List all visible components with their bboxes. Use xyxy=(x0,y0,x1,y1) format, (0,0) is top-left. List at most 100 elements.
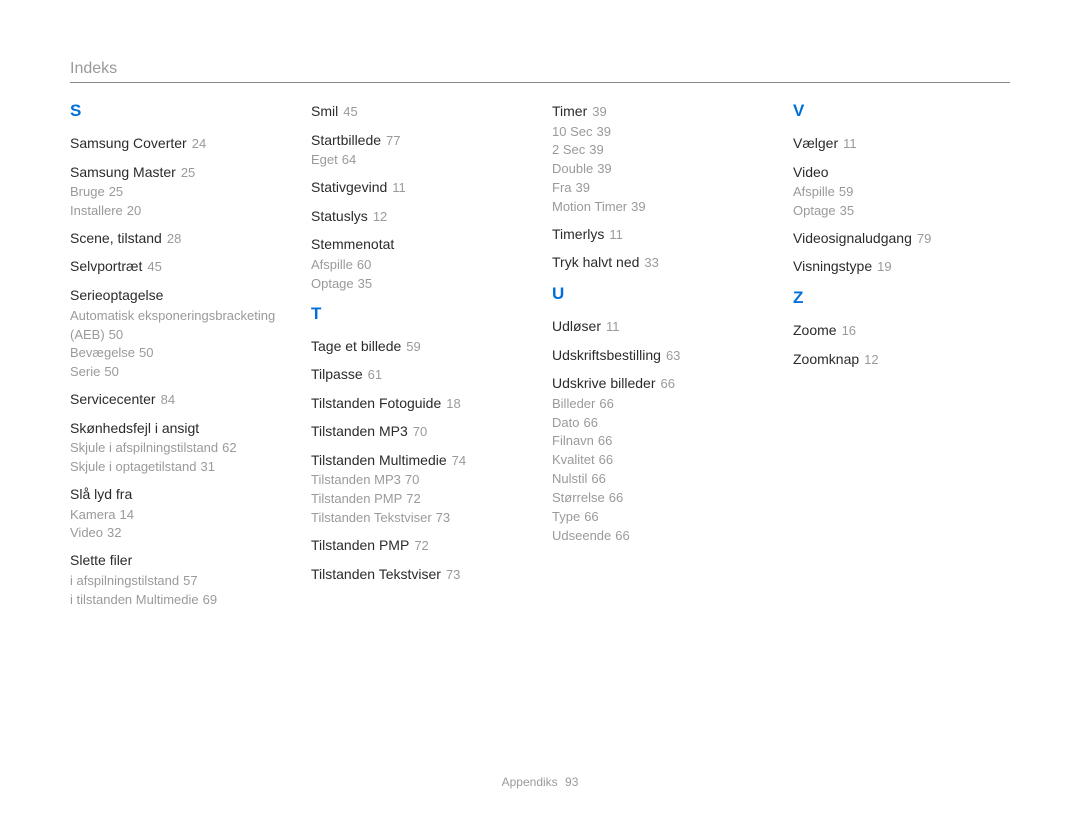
index-page[interactable]: 20 xyxy=(127,203,141,218)
index-subterm[interactable]: Størrelse xyxy=(552,490,605,505)
index-page[interactable]: 16 xyxy=(842,323,856,338)
index-term[interactable]: Scene, tilstand xyxy=(70,230,162,246)
index-page[interactable]: 70 xyxy=(413,424,427,439)
index-page[interactable]: 25 xyxy=(181,165,195,180)
index-subterm[interactable]: Tilstanden PMP xyxy=(311,491,402,506)
index-page[interactable]: 45 xyxy=(147,259,161,274)
index-page[interactable]: 33 xyxy=(644,255,658,270)
index-term[interactable]: Selvportræt xyxy=(70,258,142,274)
index-page[interactable]: 25 xyxy=(109,184,123,199)
index-page[interactable]: 11 xyxy=(606,319,620,334)
index-page[interactable]: 11 xyxy=(843,136,857,151)
index-subterm[interactable]: i tilstanden Multimedie xyxy=(70,592,199,607)
index-page[interactable]: 72 xyxy=(406,491,420,506)
index-page[interactable]: 57 xyxy=(183,573,197,588)
index-subterm[interactable]: 2 Sec xyxy=(552,142,585,157)
index-subterm[interactable]: Kvalitet xyxy=(552,452,595,467)
index-subterm[interactable]: Optage xyxy=(311,276,354,291)
index-subterm[interactable]: Dato xyxy=(552,415,579,430)
index-page[interactable]: 66 xyxy=(599,452,613,467)
index-page[interactable]: 77 xyxy=(386,133,400,148)
index-page[interactable]: 60 xyxy=(357,257,371,272)
index-term[interactable]: Samsung Master xyxy=(70,164,176,180)
index-subterm[interactable]: Filnavn xyxy=(552,433,594,448)
index-subterm[interactable]: Type xyxy=(552,509,580,524)
index-term[interactable]: Tryk halvt ned xyxy=(552,254,639,270)
index-term[interactable]: Tilstanden PMP xyxy=(311,537,409,553)
index-term[interactable]: Timer xyxy=(552,103,587,119)
index-subterm[interactable]: Automatisk eksponeringsbracketing (AEB) xyxy=(70,308,275,342)
index-page[interactable]: 61 xyxy=(368,367,382,382)
index-page[interactable]: 50 xyxy=(104,364,118,379)
index-term[interactable]: Udløser xyxy=(552,318,601,334)
index-page[interactable]: 12 xyxy=(864,352,878,367)
index-page[interactable]: 11 xyxy=(392,180,406,195)
index-subterm[interactable]: Bruge xyxy=(70,184,105,199)
index-term[interactable]: Skønhedsfejl i ansigt xyxy=(70,420,199,436)
index-term[interactable]: Tilstanden Fotoguide xyxy=(311,395,441,411)
index-page[interactable]: 59 xyxy=(839,184,853,199)
index-term[interactable]: Timerlys xyxy=(552,226,604,242)
index-subterm[interactable]: Nulstil xyxy=(552,471,587,486)
index-subterm[interactable]: Afspille xyxy=(793,184,835,199)
index-subterm[interactable]: 10 Sec xyxy=(552,124,592,139)
index-page[interactable]: 24 xyxy=(192,136,206,151)
index-page[interactable]: 84 xyxy=(161,392,175,407)
index-page[interactable]: 39 xyxy=(596,124,610,139)
index-subterm[interactable]: Kamera xyxy=(70,507,116,522)
index-page[interactable]: 69 xyxy=(203,592,217,607)
index-page[interactable]: 35 xyxy=(358,276,372,291)
index-page[interactable]: 18 xyxy=(446,396,460,411)
index-subterm[interactable]: Optage xyxy=(793,203,836,218)
index-page[interactable]: 39 xyxy=(576,180,590,195)
index-term[interactable]: Samsung Coverter xyxy=(70,135,187,151)
index-page[interactable]: 66 xyxy=(609,490,623,505)
index-subterm[interactable]: Eget xyxy=(311,152,338,167)
index-term[interactable]: Slette filer xyxy=(70,552,132,568)
index-page[interactable]: 63 xyxy=(666,348,680,363)
index-term[interactable]: Tage et billede xyxy=(311,338,401,354)
index-page[interactable]: 74 xyxy=(452,453,466,468)
index-page[interactable]: 28 xyxy=(167,231,181,246)
index-page[interactable]: 66 xyxy=(584,509,598,524)
index-term[interactable]: Vælger xyxy=(793,135,838,151)
index-subterm[interactable]: Skjule i optagetilstand xyxy=(70,459,196,474)
index-page[interactable]: 39 xyxy=(589,142,603,157)
index-term[interactable]: Tilstanden Multimedie xyxy=(311,452,447,468)
index-page[interactable]: 70 xyxy=(405,472,419,487)
index-page[interactable]: 64 xyxy=(342,152,356,167)
index-term[interactable]: Smil xyxy=(311,103,338,119)
index-page[interactable]: 66 xyxy=(598,433,612,448)
index-subterm[interactable]: Serie xyxy=(70,364,100,379)
index-term[interactable]: Tilstanden MP3 xyxy=(311,423,408,439)
index-page[interactable]: 73 xyxy=(436,510,450,525)
index-term[interactable]: Serieoptagelse xyxy=(70,287,163,303)
index-page[interactable]: 62 xyxy=(222,440,236,455)
index-term[interactable]: Video xyxy=(793,164,829,180)
index-subterm[interactable]: Tilstanden MP3 xyxy=(311,472,401,487)
index-term[interactable]: Zoome xyxy=(793,322,837,338)
index-page[interactable]: 50 xyxy=(109,327,123,342)
index-term[interactable]: Udskrive billeder xyxy=(552,375,655,391)
index-subterm[interactable]: Afspille xyxy=(311,257,353,272)
index-page[interactable]: 73 xyxy=(446,567,460,582)
index-page[interactable]: 59 xyxy=(406,339,420,354)
index-subterm[interactable]: Udseende xyxy=(552,528,611,543)
index-subterm[interactable]: Fra xyxy=(552,180,572,195)
index-page[interactable]: 66 xyxy=(615,528,629,543)
index-page[interactable]: 45 xyxy=(343,104,357,119)
index-page[interactable]: 32 xyxy=(107,525,121,540)
index-term[interactable]: Videosignaludgang xyxy=(793,230,912,246)
index-page[interactable]: 66 xyxy=(660,376,674,391)
index-term[interactable]: Stativgevind xyxy=(311,179,387,195)
index-subterm[interactable]: Billeder xyxy=(552,396,595,411)
index-subterm[interactable]: Double xyxy=(552,161,593,176)
index-term[interactable]: Udskriftsbestilling xyxy=(552,347,661,363)
index-page[interactable]: 72 xyxy=(414,538,428,553)
index-page[interactable]: 39 xyxy=(631,199,645,214)
index-term[interactable]: Slå lyd fra xyxy=(70,486,132,502)
index-page[interactable]: 79 xyxy=(917,231,931,246)
index-subterm[interactable]: Bevægelse xyxy=(70,345,135,360)
index-term[interactable]: Servicecenter xyxy=(70,391,156,407)
index-term[interactable]: Stemmenotat xyxy=(311,236,394,252)
